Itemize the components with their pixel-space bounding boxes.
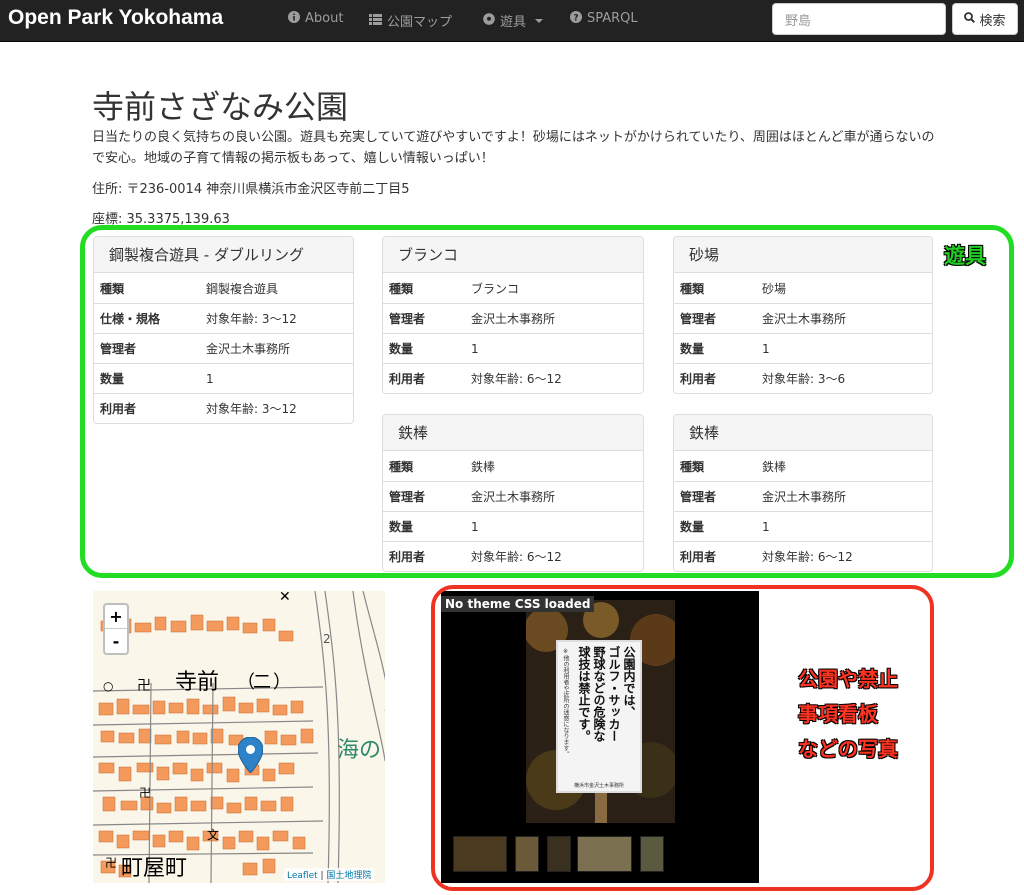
svg-text:○: ○ — [103, 679, 113, 693]
nav-about[interactable]: About — [288, 11, 343, 26]
map-attribution: Leaflet | 国土地理院 — [284, 868, 375, 881]
chevron-down-icon — [535, 18, 544, 23]
page: Open Park Yokohama About 公園マップ 遊具 ? SPAR… — [0, 0, 1024, 895]
soccer-ball-icon — [483, 13, 495, 28]
svg-text:文: 文 — [207, 827, 219, 842]
photo-annotation-label: 公園や禁止 事項看板 などの写真 — [798, 662, 898, 767]
nav-equipment-label: 遊具 — [500, 15, 527, 30]
svg-text:卍: 卍 — [105, 856, 117, 870]
nav-sparql-label: SPARQL — [587, 11, 638, 26]
info-icon — [288, 11, 300, 26]
search-icon — [964, 11, 976, 27]
nav-equipment-dropdown[interactable]: 遊具 — [483, 11, 544, 30]
question-icon: ? — [570, 11, 582, 26]
equipment-highlight-box — [80, 225, 1014, 578]
svg-text:）: ） — [273, 672, 291, 693]
nav-park-map-label: 公園マップ — [387, 15, 453, 30]
map-label-ni: 二 — [253, 672, 271, 693]
park-description: 日当たりの良く気持ちの良い公園。遊具も充実していて遊びやすいですよ！砂場にはネッ… — [92, 130, 935, 166]
park-address: 住所: 〒236-0014 神奈川県横浜市金沢区寺前二丁目5 — [92, 182, 410, 197]
zoom-out-button[interactable]: - — [105, 629, 127, 653]
page-title: 寺前さざなみ公園 — [92, 88, 349, 126]
photo-annotation-line-3: などの写真 — [798, 737, 898, 761]
map-zoom-control: + - — [103, 603, 129, 655]
leaflet-link[interactable]: Leaflet — [287, 871, 318, 881]
map-label-teramae: 寺前 — [175, 670, 219, 695]
map-label-number: 2 — [323, 632, 331, 646]
list-icon — [369, 13, 382, 28]
equipment-annotation-label: 遊具 — [944, 244, 986, 268]
svg-text:卍: 卍 — [137, 678, 151, 694]
photo-annotation-line-2: 事項看板 — [798, 702, 878, 726]
navbar: Open Park Yokohama About 公園マップ 遊具 ? SPAR… — [0, 0, 1024, 42]
gsi-link[interactable]: 国土地理院 — [326, 871, 371, 881]
zoom-in-button[interactable]: + — [105, 605, 127, 629]
search-button[interactable]: 検索 — [952, 3, 1018, 35]
svg-text:?: ? — [573, 14, 578, 24]
search-button-label: 検索 — [979, 13, 1006, 29]
brand-link[interactable]: Open Park Yokohama — [8, 6, 223, 30]
map-label-machiya: 町屋町 — [121, 856, 187, 881]
search-input[interactable] — [772, 3, 946, 35]
svg-text:✕: ✕ — [279, 591, 291, 605]
photo-annotation-line-1: 公園や禁止 — [798, 667, 898, 691]
map-label-umi: 海の — [337, 738, 381, 763]
map-marker-icon[interactable] — [237, 736, 264, 777]
svg-text:卍: 卍 — [139, 786, 151, 800]
nav-about-label: About — [305, 11, 344, 26]
nav-park-map[interactable]: 公園マップ — [369, 11, 452, 30]
nav-sparql[interactable]: ? SPARQL — [570, 11, 638, 26]
